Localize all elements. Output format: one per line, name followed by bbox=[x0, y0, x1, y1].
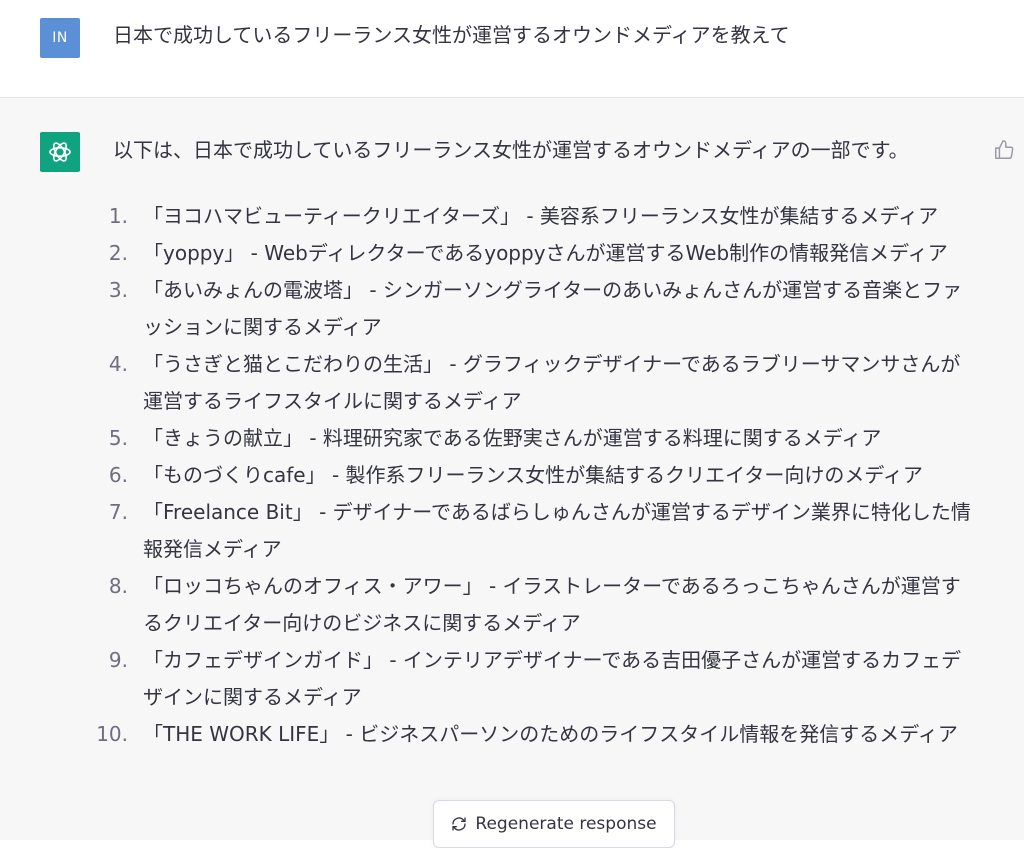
list-item: 4. 「うさぎと猫とこだわりの生活」 - グラフィックデザイナーであるラブリーサマ… bbox=[0, 346, 973, 420]
assistant-message-row: 以下は、日本で成功しているフリーランス女性が運営するオウンドメディアの一部です。… bbox=[0, 98, 1024, 840]
list-item-number: 1. bbox=[108, 204, 128, 228]
list-item-text: 「カフェデザインガイド」 - インテリアデザイナーである吉田優子さんが運営するカ… bbox=[143, 648, 962, 709]
answer-list: 1. 「ヨコハマビューティークリエイターズ」 - 美容系フリーランス女性が集結する… bbox=[0, 198, 1024, 753]
list-item-number: 3. bbox=[108, 278, 128, 302]
list-item-text: 「うさぎと猫とこだわりの生活」 - グラフィックデザイナーであるラブリーサマンサ… bbox=[143, 352, 961, 413]
list-item-text: 「yoppy」 - Webディレクターであるyoppyさんが運営するWeb制作の… bbox=[143, 241, 948, 265]
list-item-number: 6. bbox=[108, 463, 128, 487]
regenerate-response-button[interactable]: Regenerate response bbox=[433, 800, 675, 848]
list-item-text: 「Freelance Bit」 - デザイナーであるばらしゅんさんが運営するデザ… bbox=[143, 500, 971, 561]
list-item: 7. 「Freelance Bit」 - デザイナーであるばらしゅんさんが運営する… bbox=[0, 494, 973, 568]
list-item: 5. 「きょうの献立」 - 料理研究家である佐野実さんが運営する料理に関するメディ… bbox=[0, 420, 973, 457]
list-item-number: 2. bbox=[108, 241, 128, 265]
list-item: 9. 「カフェデザインガイド」 - インテリアデザイナーである吉田優子さんが運営す… bbox=[0, 642, 973, 716]
list-item: 2. 「yoppy」 - Webディレクターであるyoppyさんが運営するWeb制… bbox=[0, 235, 973, 272]
regenerate-response-label: Regenerate response bbox=[475, 814, 657, 834]
list-item-number: 10. bbox=[96, 722, 128, 746]
list-item: 10. 「THE WORK LIFE」 - ビジネスパーソンのためのライフスタイル… bbox=[0, 716, 973, 753]
list-item-number: 4. bbox=[108, 352, 128, 376]
thumbs-up-icon[interactable] bbox=[992, 138, 1016, 162]
list-item-number: 7. bbox=[108, 500, 128, 524]
list-item: 1. 「ヨコハマビューティークリエイターズ」 - 美容系フリーランス女性が集結する… bbox=[0, 198, 973, 235]
list-item: 8. 「ロッコちゃんのオフィス・アワー」 - イラストレーターであるろっこちゃんさ… bbox=[0, 568, 973, 642]
list-item-text: 「THE WORK LIFE」 - ビジネスパーソンのためのライフスタイル情報を… bbox=[143, 722, 958, 746]
user-avatar: IN bbox=[40, 18, 80, 58]
list-item: 6. 「ものづくりcafe」 - 製作系フリーランス女性が集結するクリエイター向け… bbox=[0, 457, 973, 494]
list-item-text: 「きょうの献立」 - 料理研究家である佐野実さんが運営する料理に関するメディア bbox=[143, 426, 882, 450]
list-item-text: 「あいみょんの電波塔」 - シンガーソングライターのあいみょんさんが運営する音楽… bbox=[143, 278, 963, 339]
assistant-intro-text: 以下は、日本で成功しているフリーランス女性が運営するオウンドメディアの一部です。 bbox=[113, 138, 909, 162]
list-item-text: 「ものづくりcafe」 - 製作系フリーランス女性が集結するクリエイター向けのメ… bbox=[143, 463, 923, 487]
user-message-row: IN 日本で成功しているフリーランス女性が運営するオウンドメディアを教えて bbox=[0, 0, 1024, 98]
refresh-icon bbox=[452, 817, 467, 831]
list-item-text: 「ヨコハマビューティークリエイターズ」 - 美容系フリーランス女性が集結するメデ… bbox=[143, 204, 939, 228]
list-item-text: 「ロッコちゃんのオフィス・アワー」 - イラストレーターであるろっこちゃんさんが… bbox=[143, 574, 961, 635]
list-item-number: 9. bbox=[108, 648, 128, 672]
openai-logo-icon bbox=[40, 132, 80, 172]
list-item-number: 8. bbox=[108, 574, 128, 598]
user-message-text: 日本で成功しているフリーランス女性が運営するオウンドメディアを教えて bbox=[113, 23, 790, 47]
list-item: 3. 「あいみょんの電波塔」 - シンガーソングライターのあいみょんさんが運営する… bbox=[0, 272, 973, 346]
list-item-number: 5. bbox=[108, 426, 128, 450]
